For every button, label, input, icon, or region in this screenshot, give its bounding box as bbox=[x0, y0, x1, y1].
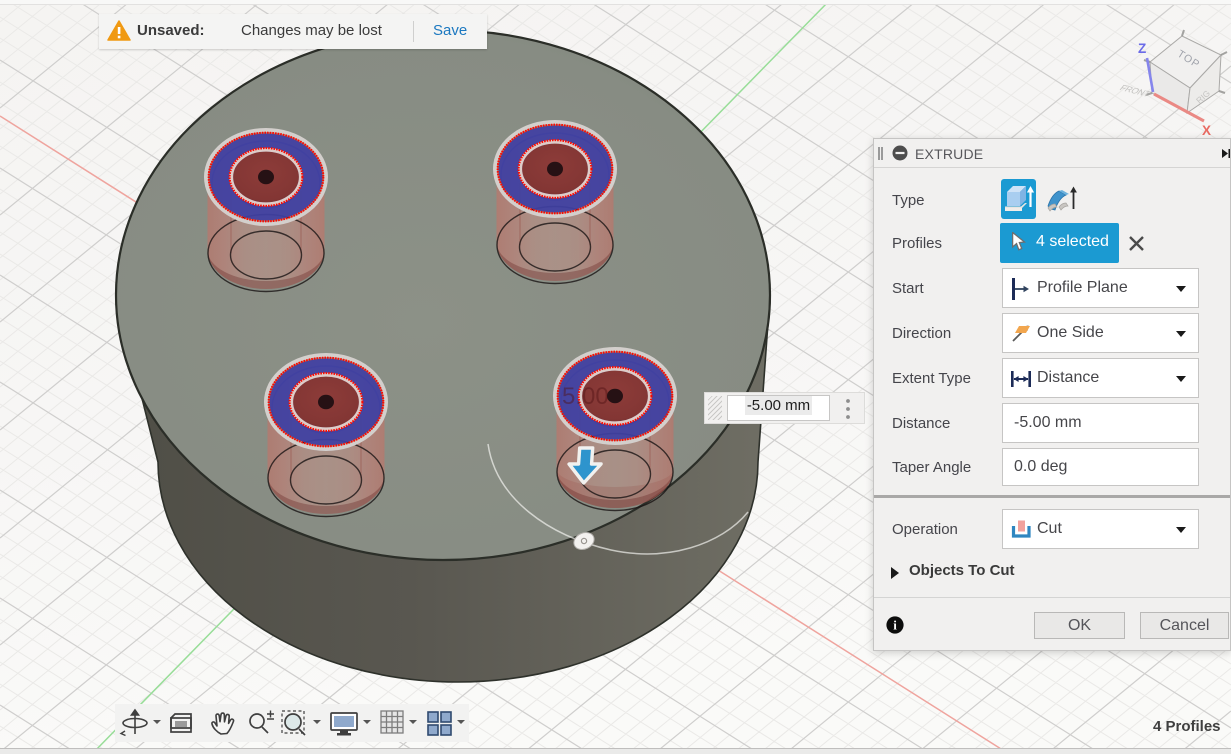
svg-text:X: X bbox=[1202, 123, 1211, 138]
svg-text:5.00: 5.00 bbox=[562, 383, 609, 410]
svg-text:FRONT: FRONT bbox=[1118, 83, 1153, 98]
svg-text:Z: Z bbox=[1138, 41, 1146, 56]
svg-text:i: i bbox=[893, 618, 897, 633]
